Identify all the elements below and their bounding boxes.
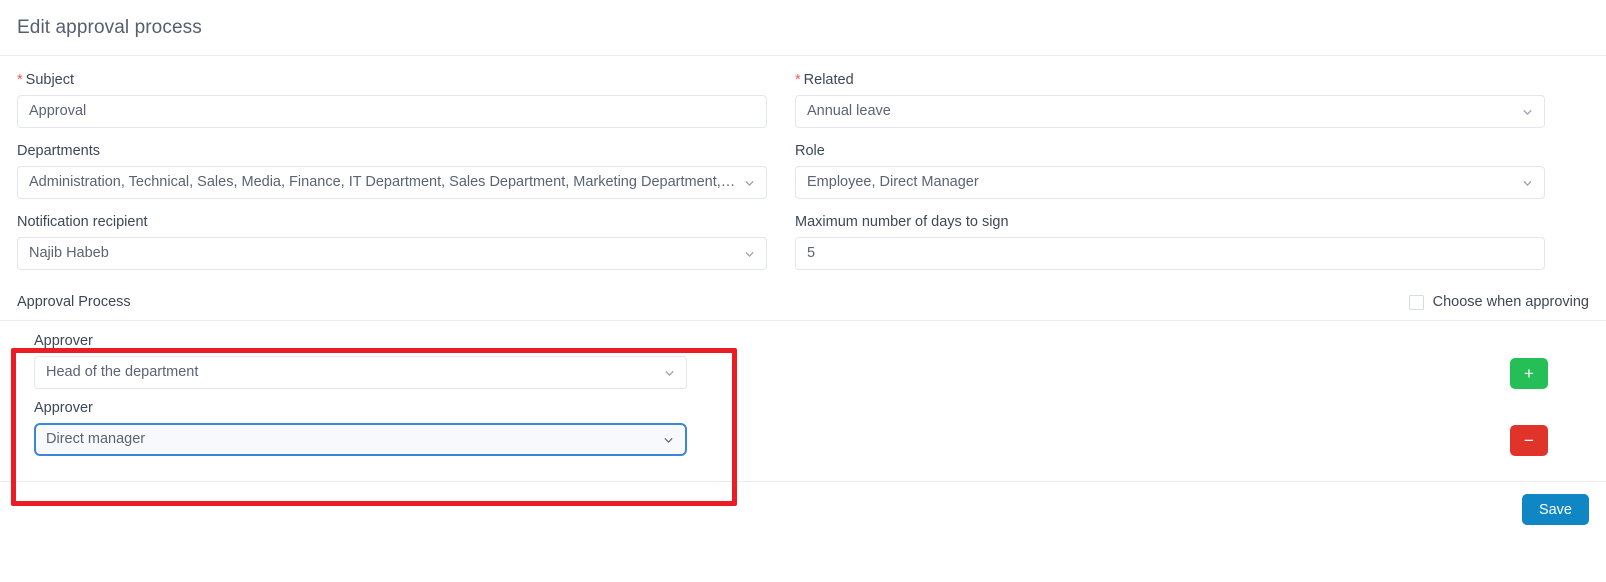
form-row-3: Notification recipient Najib Habeb Maxim… <box>17 212 1589 283</box>
max-days-label: Maximum number of days to sign <box>795 214 1009 230</box>
chevron-down-icon <box>1521 105 1534 118</box>
approver-actions-1: + <box>1469 358 1589 389</box>
chevron-down-icon <box>743 176 756 189</box>
approver-select-1-value: Head of the department <box>46 364 199 380</box>
subject-label-text: Subject <box>25 72 75 88</box>
choose-when-approving-checkbox-wrap[interactable]: Choose when approving <box>1408 294 1589 310</box>
add-approver-button[interactable]: + <box>1510 358 1548 389</box>
approver-row: Approver Head of the department + <box>17 331 1589 389</box>
required-asterisk: * <box>17 72 23 88</box>
approver-select-1[interactable]: Head of the department <box>34 356 687 389</box>
approvers-zone: Approver Head of the department + Approv… <box>0 321 1606 481</box>
related-select-value: Annual leave <box>807 103 891 119</box>
field-max-days: Maximum number of days to sign 5 <box>795 212 1545 270</box>
field-subject: * Subject Approval <box>17 70 767 128</box>
related-label-text: Related <box>803 72 854 88</box>
form-body: * Subject Approval * Related Annual leave <box>0 56 1606 283</box>
field-role: Role Employee, Direct Manager <box>795 141 1545 199</box>
approver-select-2-value: Direct manager <box>46 431 146 447</box>
form-col-left-2: Departments Administration, Technical, S… <box>17 141 767 212</box>
related-label: * Related <box>795 70 1545 90</box>
page-header: Edit approval process <box>0 0 1606 56</box>
notification-recipient-select[interactable]: Najib Habeb <box>17 237 767 270</box>
role-select-value: Employee, Direct Manager <box>807 174 979 190</box>
choose-when-approving-checkbox[interactable] <box>1408 294 1424 310</box>
departments-select-value: Administration, Technical, Sales, Media,… <box>29 174 736 190</box>
approval-process-bar: Approval Process Choose when approving <box>0 284 1606 320</box>
form-row-1: * Subject Approval * Related Annual leave <box>17 70 1589 141</box>
remove-approver-button[interactable]: − <box>1510 425 1548 456</box>
save-button[interactable]: Save <box>1521 494 1589 525</box>
approval-process-title: Approval Process <box>17 294 131 310</box>
form-row-2: Departments Administration, Technical, S… <box>17 141 1589 212</box>
choose-when-approving-label: Choose when approving <box>1432 294 1589 310</box>
departments-label: Departments <box>17 143 101 159</box>
field-departments: Departments Administration, Technical, S… <box>17 141 767 199</box>
max-days-input-value: 5 <box>807 245 816 261</box>
approver-actions-2: − <box>1469 425 1589 456</box>
field-related: * Related Annual leave <box>795 70 1545 128</box>
role-label: Role <box>795 143 825 159</box>
role-select[interactable]: Employee, Direct Manager <box>795 166 1545 199</box>
approver-label: Approver <box>34 400 93 416</box>
form-col-right-2: Role Employee, Direct Manager <box>795 141 1545 212</box>
departments-select[interactable]: Administration, Technical, Sales, Media,… <box>17 166 767 199</box>
related-select[interactable]: Annual leave <box>795 95 1545 128</box>
approver-field-2: Approver Direct manager <box>17 398 687 456</box>
required-asterisk: * <box>795 72 801 88</box>
field-notification-recipient: Notification recipient Najib Habeb <box>17 212 767 270</box>
notification-recipient-value: Najib Habeb <box>29 245 109 261</box>
page-title: Edit approval process <box>17 16 202 38</box>
minus-icon: − <box>1524 431 1534 450</box>
chevron-down-icon <box>743 247 756 260</box>
form-col-left-1: * Subject Approval <box>17 70 767 141</box>
notification-recipient-label: Notification recipient <box>17 214 148 230</box>
approver-label: Approver <box>34 333 93 349</box>
approver-field-1: Approver Head of the department <box>17 331 687 389</box>
form-col-right-1: * Related Annual leave <box>795 70 1545 141</box>
plus-icon: + <box>1524 364 1534 383</box>
form-col-left-3: Notification recipient Najib Habeb <box>17 212 767 283</box>
subject-input-value: Approval <box>29 103 87 119</box>
chevron-down-icon <box>663 366 676 379</box>
form-footer: Save <box>0 482 1606 525</box>
max-days-input[interactable]: 5 <box>795 237 1545 270</box>
approver-select-2[interactable]: Direct manager <box>34 423 687 456</box>
subject-label: * Subject <box>17 70 767 90</box>
chevron-down-icon <box>1521 176 1534 189</box>
form-col-right-3: Maximum number of days to sign 5 <box>795 212 1545 283</box>
subject-input[interactable]: Approval <box>17 95 767 128</box>
chevron-down-icon <box>662 433 675 446</box>
approver-row: Approver Direct manager − <box>17 398 1589 456</box>
